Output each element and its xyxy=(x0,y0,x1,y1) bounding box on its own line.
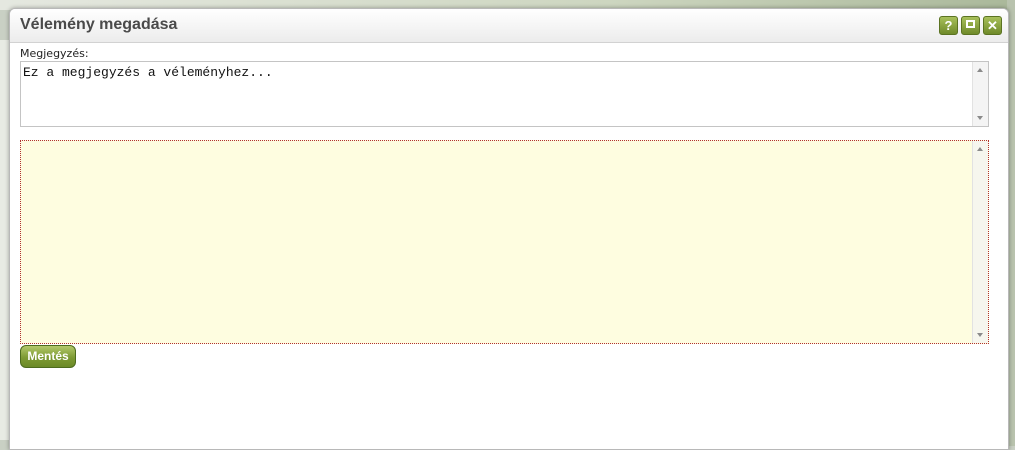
scroll-up-icon[interactable] xyxy=(977,68,983,72)
note-textarea-value: Ez a megjegyzés a véleményhez... xyxy=(23,65,273,80)
dialog-titlebar[interactable]: Vélemény megadása ? ✕ xyxy=(10,9,1008,43)
editor-scrollbar[interactable] xyxy=(972,141,988,343)
note-textarea[interactable]: Ez a megjegyzés a véleményhez... xyxy=(20,61,989,127)
note-label: Megjegyzés: xyxy=(20,47,89,60)
scroll-down-icon[interactable] xyxy=(977,333,983,337)
dialog-title: Vélemény megadása xyxy=(20,16,178,33)
close-button[interactable]: ✕ xyxy=(983,16,1002,35)
scroll-up-icon[interactable] xyxy=(977,147,983,151)
scroll-down-icon[interactable] xyxy=(977,116,983,120)
opinion-editor-textarea[interactable] xyxy=(20,140,989,344)
maximize-button[interactable] xyxy=(961,16,980,35)
note-scrollbar[interactable] xyxy=(972,62,988,126)
maximize-icon xyxy=(966,20,975,28)
help-icon: ? xyxy=(944,18,953,33)
opinion-dialog: Vélemény megadása ? ✕ Megjegyzés: Ez a m… xyxy=(9,8,1009,450)
help-button[interactable]: ? xyxy=(939,16,958,35)
save-button[interactable]: Mentés xyxy=(20,345,76,368)
close-icon: ✕ xyxy=(987,18,998,33)
